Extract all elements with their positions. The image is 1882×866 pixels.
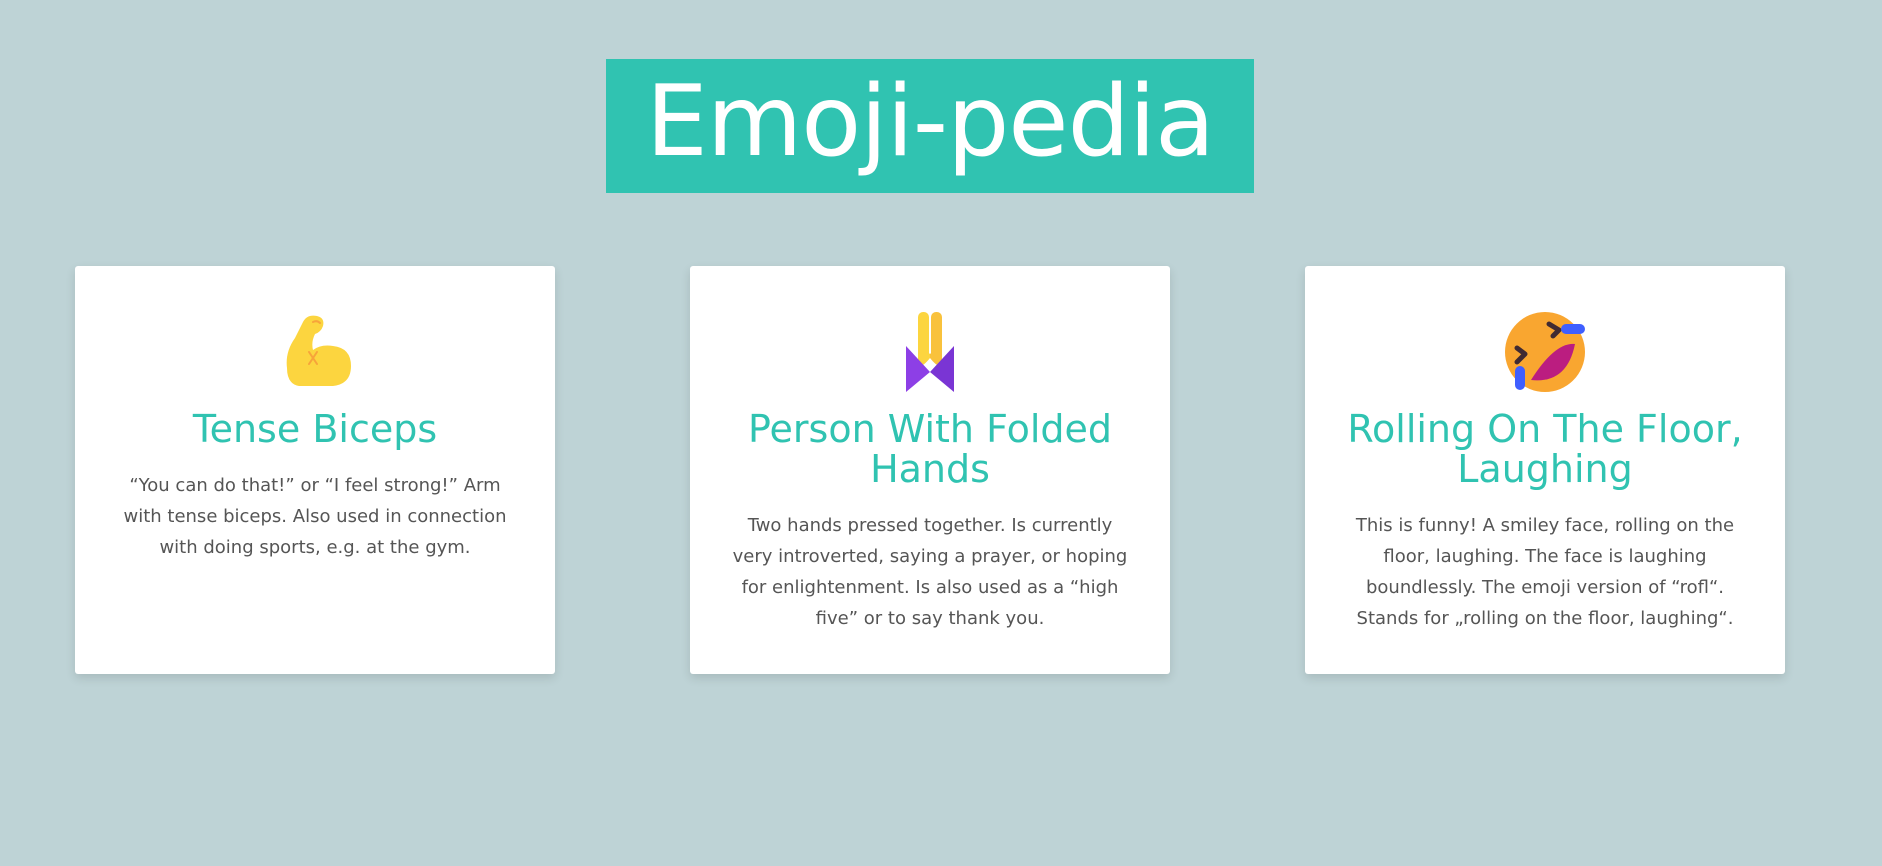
card-description: This is funny! A smiley face, rolling on… (1355, 515, 1735, 629)
card-description: Two hands pressed together. Is currently… (732, 515, 1128, 629)
emoji-card-tense-biceps: Tense Biceps “You can do that!” or “I fe… (75, 266, 555, 674)
flexed-biceps-icon (273, 308, 357, 392)
card-description: “You can do that!” or “I feel strong!” A… (123, 475, 507, 558)
rolling-on-the-floor-laughing-icon (1503, 308, 1587, 392)
folded-hands-icon (888, 308, 972, 392)
title-banner: Emoji-pedia (606, 59, 1254, 193)
emoji-card-folded-hands: Person With Folded Hands Two hands press… (690, 266, 1170, 674)
card-title: Person With Folded Hands (747, 407, 1113, 491)
card-title: Rolling On The Floor, Laughing (1347, 407, 1743, 491)
card-title: Tense Biceps (192, 407, 438, 451)
emoji-card-rofl: Rolling On The Floor, Laughing This is f… (1305, 266, 1785, 674)
page-title: Emoji-pedia (645, 65, 1215, 179)
